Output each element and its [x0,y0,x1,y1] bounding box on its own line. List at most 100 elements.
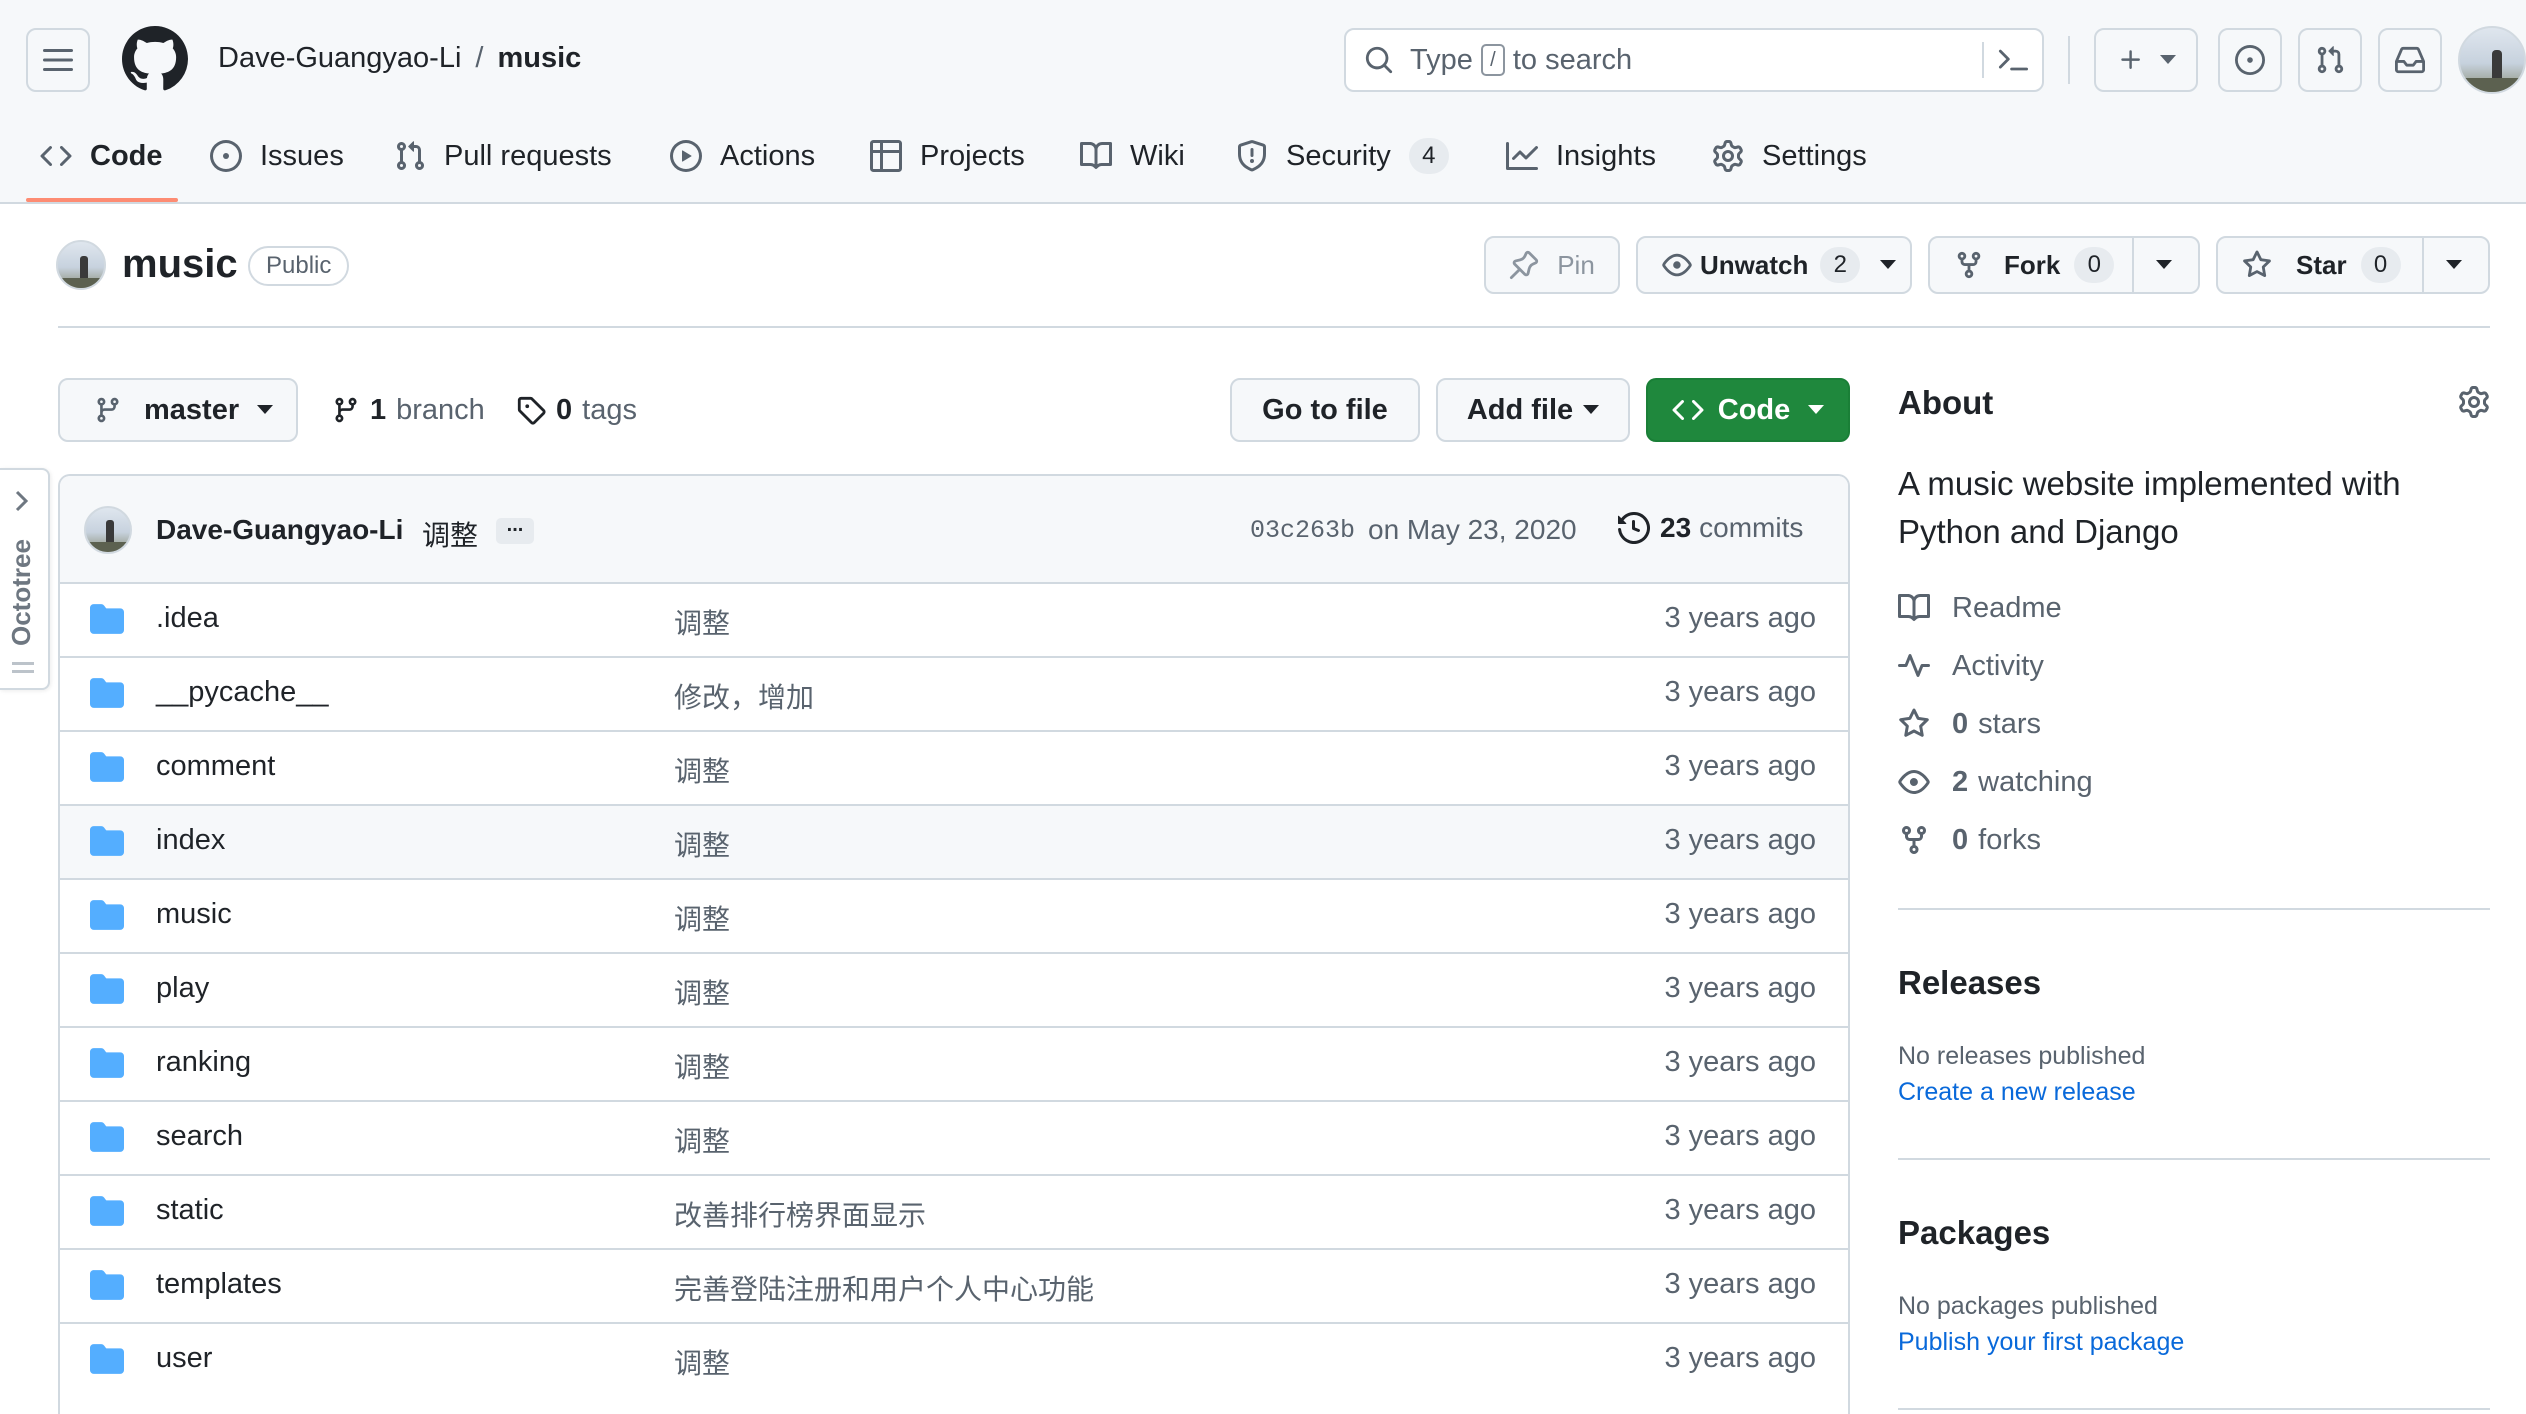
file-row[interactable]: ranking 调整 3 years ago [60,1026,1848,1100]
commit-expand-button[interactable]: ... [496,515,534,544]
gear-icon[interactable] [2458,386,2490,418]
fork-button[interactable]: Fork 0 [1928,236,2200,294]
create-release-link[interactable]: Create a new release [1898,1078,2136,1107]
file-name-link[interactable]: __pycache__ [156,676,329,709]
tab-projects[interactable]: Projects [870,128,1025,184]
file-commit-age: 3 years ago [1664,602,1816,634]
file-name-link[interactable]: static [156,1194,224,1227]
file-commit-message[interactable]: 修改，增加 [674,676,814,716]
commit-message[interactable]: 调整 [422,514,478,554]
menu-button[interactable] [26,28,90,92]
commit-author-avatar[interactable] [84,506,132,554]
tab-wiki[interactable]: Wiki [1080,128,1185,184]
file-commit-message[interactable]: 调整 [674,972,730,1012]
activity-link[interactable]: Activity [1898,644,2044,688]
file-table: Dave-Guangyao-Li 调整 ... 03c263b on May 2… [58,474,1850,1414]
readme-link[interactable]: Readme [1898,586,2062,630]
octotree-toggle[interactable]: Octotree [0,468,50,690]
file-name-link[interactable]: index [156,824,225,857]
star-dropdown-caret-icon[interactable] [2446,260,2462,270]
file-row[interactable]: templates 完善登陆注册和用户个人中心功能 3 years ago [60,1248,1848,1322]
forks-link[interactable]: 0 forks [1898,818,2041,862]
file-row[interactable]: user 调整 3 years ago [60,1322,1848,1396]
file-commit-message[interactable]: 调整 [674,1342,730,1382]
caret-down-icon [1880,260,1897,269]
file-commit-message[interactable]: 改善排行榜界面显示 [674,1194,926,1234]
file-name-link[interactable]: ranking [156,1046,251,1079]
tab-pull-requests[interactable]: Pull requests [394,128,612,184]
packages-title[interactable]: Packages [1898,1214,2050,1252]
pull-requests-button[interactable] [2298,28,2362,92]
file-row[interactable]: search 调整 3 years ago [60,1100,1848,1174]
github-logo-icon[interactable] [122,26,188,92]
user-avatar[interactable] [2458,26,2526,94]
pulse-icon [1898,654,1930,677]
code-download-button[interactable]: Code [1646,378,1850,442]
tags-link[interactable]: 0 tags [516,392,637,428]
folder-icon [90,1344,124,1374]
file-name-link[interactable]: music [156,898,232,931]
tab-issues[interactable]: Issues [210,128,344,184]
sidebar-divider [1898,908,2490,910]
file-name-link[interactable]: play [156,972,209,1005]
file-commit-message[interactable]: 调整 [674,824,730,864]
go-to-file-button[interactable]: Go to file [1230,378,1420,442]
file-commit-message[interactable]: 调整 [674,750,730,790]
file-commit-message[interactable]: 调整 [674,602,730,642]
stars-link[interactable]: 0 stars [1898,702,2041,746]
watching-link[interactable]: 2 watching [1898,760,2093,804]
file-row[interactable]: __pycache__ 修改，增加 3 years ago [60,656,1848,730]
file-name-link[interactable]: comment [156,750,275,783]
inbox-button[interactable] [2378,28,2442,92]
unwatch-button[interactable]: Unwatch 2 [1636,236,1912,294]
file-commit-message[interactable]: 完善登陆注册和用户个人中心功能 [674,1268,1094,1308]
breadcrumb-owner[interactable]: Dave-Guangyao-Li [218,42,461,75]
releases-title[interactable]: Releases [1898,964,2041,1002]
star-button[interactable]: Star 0 [2216,236,2490,294]
folder-icon [90,1048,124,1078]
tab-actions[interactable]: Actions [670,128,815,184]
file-commit-message[interactable]: 调整 [674,1120,730,1160]
readme-label: Readme [1952,591,2062,624]
branch-select-button[interactable]: master [58,378,298,442]
create-new-button[interactable] [2094,28,2198,92]
code-button-label: Code [1717,393,1791,426]
file-commit-message[interactable]: 调整 [674,898,730,938]
repo-description: A music website implemented with Python … [1898,465,2401,550]
commit-hash[interactable]: 03c263b [1250,516,1355,545]
command-palette-icon[interactable] [1998,46,2028,76]
repo-title[interactable]: music [122,242,238,287]
branches-link[interactable]: 1 branch [332,392,485,428]
file-name-link[interactable]: search [156,1120,243,1153]
tab-active-underline [26,198,178,202]
tab-insights[interactable]: Insights [1506,128,1656,184]
file-commit-message[interactable]: 调整 [674,1046,730,1086]
tab-code[interactable]: Code [40,128,163,184]
star-icon [2243,250,2271,278]
file-row[interactable]: music 调整 3 years ago [60,878,1848,952]
search-divider [1982,42,1984,78]
tab-settings[interactable]: Settings [1712,128,1867,184]
fork-dropdown-caret-icon[interactable] [2156,260,2172,270]
tab-security[interactable]: Security 4 [1236,128,1449,184]
file-name-link[interactable]: user [156,1342,212,1375]
commits-history-link[interactable]: 23 commits [1618,512,1803,544]
file-row[interactable]: play 调整 3 years ago [60,952,1848,1026]
file-row[interactable]: comment 调整 3 years ago [60,730,1848,804]
commit-author[interactable]: Dave-Guangyao-Li [156,514,403,546]
search-input[interactable]: Type / to search [1344,28,2044,92]
add-file-button[interactable]: Add file [1436,378,1630,442]
file-row[interactable]: .idea 调整 3 years ago [60,582,1848,656]
publish-package-link[interactable]: Publish your first package [1898,1328,2184,1357]
file-name-link[interactable]: templates [156,1268,282,1301]
issues-button[interactable] [2218,28,2282,92]
branch-count-label: branch [396,393,485,426]
repo-owner-avatar[interactable] [56,240,106,290]
tab-wiki-label: Wiki [1130,139,1185,172]
file-row[interactable]: index 调整 3 years ago [60,804,1848,878]
file-row[interactable]: static 改善排行榜界面显示 3 years ago [60,1174,1848,1248]
issue-opened-icon [2235,45,2265,75]
file-name-link[interactable]: .idea [156,602,219,635]
breadcrumb-repo[interactable]: music [497,42,581,75]
pin-button[interactable]: Pin [1484,236,1620,294]
